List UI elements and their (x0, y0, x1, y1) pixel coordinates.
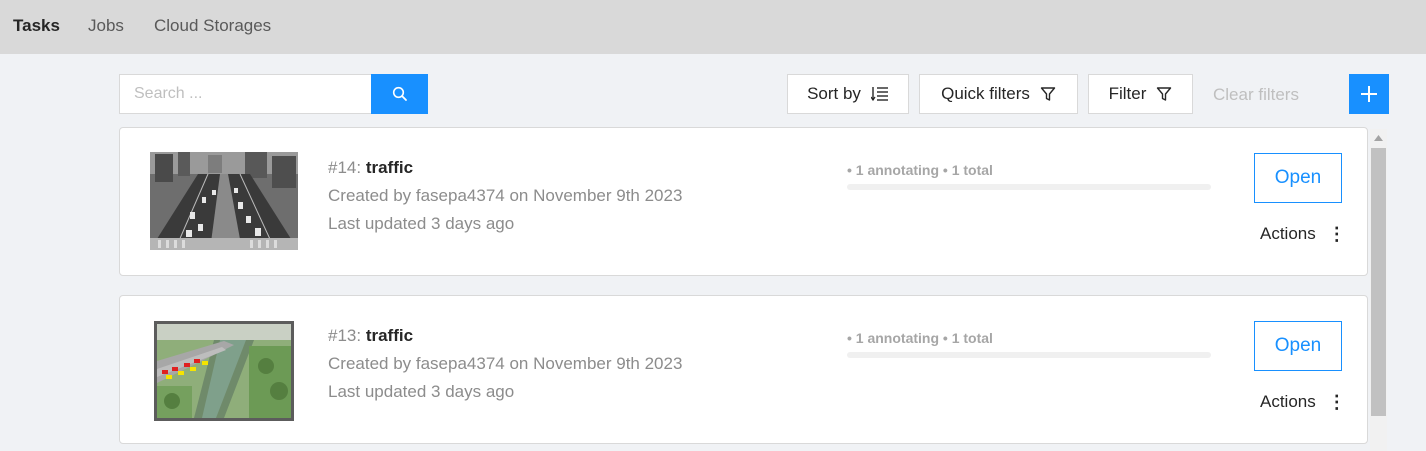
clear-filters-button[interactable]: Clear filters (1213, 85, 1299, 105)
task-card: #14: traffic Created by fasepa4374 on No… (119, 127, 1368, 276)
task-created: Created by fasepa4374 on November 9th 20… (328, 186, 683, 205)
task-card: #13: traffic Created by fasepa4374 on No… (119, 295, 1368, 444)
task-thumbnail[interactable] (150, 152, 298, 250)
top-navigation: Tasks Jobs Cloud Storages (0, 0, 1426, 54)
plus-icon (1361, 86, 1377, 102)
task-name[interactable]: traffic (366, 326, 413, 345)
more-vertical-icon: ⋮ (1327, 224, 1346, 244)
search-icon (392, 86, 407, 101)
sort-list-icon (870, 87, 888, 102)
list-scrollbar[interactable] (1370, 129, 1387, 451)
filter-icon (1040, 87, 1056, 101)
progress-bar (847, 184, 1211, 190)
scrollbar-thumb[interactable] (1371, 148, 1386, 416)
task-created: Created by fasepa4374 on November 9th 20… (328, 354, 683, 373)
open-task-button[interactable]: Open (1254, 321, 1342, 371)
search-button[interactable] (371, 74, 428, 114)
grayscale-highway-photo (150, 152, 298, 250)
actions-menu[interactable]: Actions ⋮ (1260, 392, 1346, 412)
tab-tasks[interactable]: Tasks (13, 16, 60, 36)
task-title: #14: traffic (328, 158, 413, 178)
filter-icon (1157, 87, 1172, 101)
tab-jobs[interactable]: Jobs (88, 16, 124, 36)
sort-by-button[interactable]: Sort by (787, 74, 909, 114)
tab-cloud-storages[interactable]: Cloud Storages (154, 16, 271, 36)
task-id: #14: (328, 158, 366, 177)
task-updated: Last updated 3 days ago (328, 382, 515, 401)
sort-by-label: Sort by (807, 84, 861, 103)
search-group (119, 74, 428, 114)
total-count: • 1 total (942, 162, 993, 178)
search-input[interactable] (119, 74, 371, 114)
task-name[interactable]: traffic (366, 158, 413, 177)
open-task-button[interactable]: Open (1254, 153, 1342, 203)
aerial-river-road-photo (154, 321, 294, 421)
job-progress-text: • 1 annotating • 1 total (847, 330, 993, 346)
create-task-button[interactable] (1349, 74, 1389, 114)
job-progress-text: • 1 annotating • 1 total (847, 162, 993, 178)
total-count: • 1 total (942, 330, 993, 346)
filter-button[interactable]: Filter (1088, 74, 1193, 114)
actions-label: Actions (1260, 224, 1316, 243)
filter-label: Filter (1108, 84, 1147, 103)
more-vertical-icon: ⋮ (1327, 392, 1346, 412)
actions-menu[interactable]: Actions ⋮ (1260, 224, 1346, 244)
task-title: #13: traffic (328, 326, 413, 346)
quick-filters-button[interactable]: Quick filters (919, 74, 1078, 114)
actions-label: Actions (1260, 392, 1316, 411)
annotating-count: • 1 annotating (847, 330, 940, 346)
task-thumbnail[interactable] (154, 321, 294, 421)
quick-filters-label: Quick filters (941, 84, 1030, 103)
task-updated: Last updated 3 days ago (328, 214, 515, 233)
task-id: #13: (328, 326, 366, 345)
scroll-up-arrow-icon[interactable] (1370, 129, 1387, 146)
progress-bar (847, 352, 1211, 358)
annotating-count: • 1 annotating (847, 162, 940, 178)
